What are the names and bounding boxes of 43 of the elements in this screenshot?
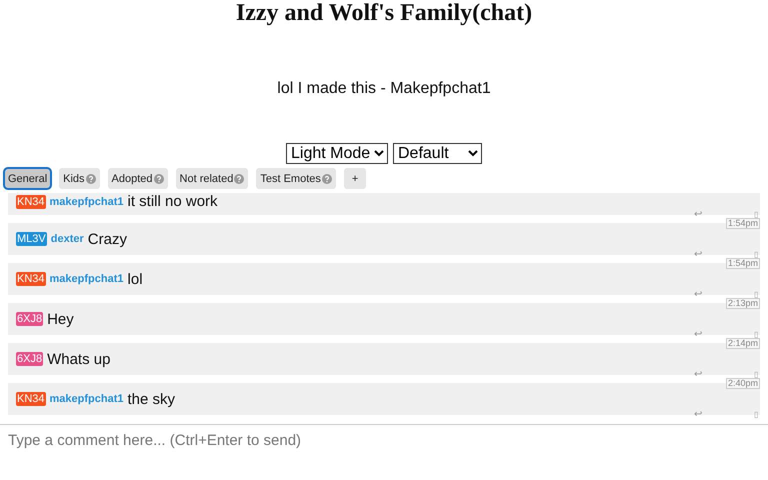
subtitle: lol I made this - Makepfpchat1 xyxy=(276,79,492,99)
chat-tab[interactable]: Kids xyxy=(59,168,100,189)
user-badge: ML3V xyxy=(16,232,47,246)
reply-link[interactable]: ↩ xyxy=(694,330,702,340)
message-text: Whats up xyxy=(47,350,110,368)
message-text: Hey xyxy=(47,310,74,328)
flag-glyph[interactable]: ▯ xyxy=(754,370,758,380)
flag-glyph[interactable]: ▯ xyxy=(754,410,758,420)
message-text: the sky xyxy=(128,390,176,408)
message-text: Crazy xyxy=(88,230,127,248)
user-badge: KN34 xyxy=(16,194,46,208)
add-tab-button[interactable]: + xyxy=(344,168,366,189)
message-text: lol xyxy=(128,270,143,288)
flag-glyph[interactable]: ▯ xyxy=(754,210,758,220)
username[interactable]: dexter xyxy=(50,233,84,245)
flag-glyph[interactable]: ▯ xyxy=(754,290,758,300)
reply-link[interactable]: ↩ xyxy=(694,410,702,420)
flag-glyph[interactable]: ▯ xyxy=(754,330,758,340)
reply-link[interactable]: ↩ xyxy=(694,370,702,380)
style-select[interactable]: Default xyxy=(393,143,482,164)
username[interactable]: makepfpchat1 xyxy=(50,196,124,208)
message-text: it still no work xyxy=(128,193,218,210)
flag-glyph[interactable]: ▯ xyxy=(754,250,758,260)
reply-link[interactable]: ↩ xyxy=(694,250,702,260)
username[interactable]: makepfpchat1 xyxy=(50,393,124,405)
chat-tab[interactable]: Adopted xyxy=(108,168,168,189)
theme-select[interactable]: Light Mode xyxy=(286,143,388,164)
timestamp: 2:14pm xyxy=(726,338,760,349)
timestamp: 1:54pm xyxy=(726,258,760,269)
reply-link[interactable]: ↩ xyxy=(694,290,702,300)
timestamp: 2:13pm xyxy=(726,298,760,309)
timestamp: 2:40pm xyxy=(726,378,760,389)
timestamp: 1:54pm xyxy=(726,218,760,229)
user-badge: KN34 xyxy=(16,392,46,406)
chat-tab[interactable]: General xyxy=(4,168,52,189)
user-badge: 6XJ8 xyxy=(16,352,44,366)
chat-tab[interactable]: Not related xyxy=(176,168,248,189)
user-badge: KN34 xyxy=(16,272,46,286)
chat-title: Izzy and Wolf's Family(chat) xyxy=(234,0,534,27)
reply-link[interactable]: ↩ xyxy=(694,210,702,220)
chat-tab[interactable]: Test Emotes xyxy=(256,168,336,189)
username[interactable]: makepfpchat1 xyxy=(50,273,124,285)
user-badge: 6XJ8 xyxy=(16,312,44,326)
